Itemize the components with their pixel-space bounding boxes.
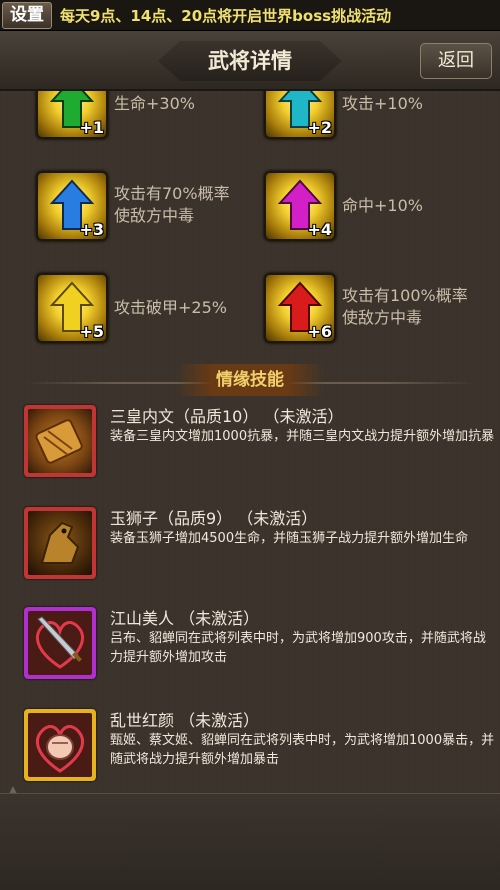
green-arrow-up-icon: +1 [36,91,108,139]
star-level-label: +2 [307,118,332,137]
announcement-text: 每天9点、14点、20点将开启世界boss挑战活动 [60,7,392,25]
skill-icon-frame [24,709,96,781]
skill-name: 三皇内文（品质10） （未激活） [110,407,344,426]
cyan-arrow-up-icon: +2 [264,91,336,139]
star-effect-text: 命中+10% [342,196,423,215]
settings-button[interactable]: 设置 [2,2,52,29]
star-level-label: +3 [79,220,104,239]
star-level-label: +6 [307,322,332,341]
star-level-label: +4 [307,220,332,239]
star-effect-text: 攻击破甲+25% [114,298,227,317]
yellow-arrow-up-icon: +5 [36,273,108,343]
back-button[interactable]: 返回 [420,43,492,79]
sword-heart-icon [28,611,92,675]
skill-name: 江山美人 （未激活） [110,609,260,628]
horse-icon [28,511,92,575]
star-effect-text: 攻击+10% [342,94,423,113]
announcement-bar: 设置 每天9点、14点、20点将开启世界boss挑战活动 [0,0,500,31]
skill-description: 装备三皇内文增加1000抗暴，并随三皇内文战力提升额外增加抗暴 [110,429,495,444]
general-detail-panel[interactable]: +1 生命+30% +2 攻击+10% +3 攻击有70%概率使敌方中毒 +4 … [0,91,500,791]
scroll-icon [28,409,92,473]
red-arrow-up-icon: +6 [264,273,336,343]
star-level-label: +5 [79,322,104,341]
bottom-bar [0,793,500,890]
skill-description: 甄姬、蔡文姬、貂蝉同在武将列表中时，为武将增加1000暴击，并随武将战力提升额外… [110,733,495,767]
star-effect-text: 攻击有70%概率使敌方中毒 [114,184,230,225]
magenta-arrow-up-icon: +4 [264,171,336,241]
fist-heart-icon [28,713,92,777]
star-level-label: +1 [79,118,104,137]
star-effect-text: 攻击有100%概率使敌方中毒 [342,286,468,327]
skill-name: 乱世红颜 （未激活） [110,711,260,730]
skill-icon-frame [24,507,96,579]
skill-description: 吕布、貂蝉同在武将列表中时，为武将增加900攻击，并随武将战力提升额外增加攻击 [110,631,486,665]
skill-name: 玉狮子（品质9） （未激活） [110,509,318,528]
skill-description: 装备玉狮子增加4500生命，并随玉狮子战力提升额外增加生命 [110,531,469,546]
skill-icon-frame [24,405,96,477]
blue-arrow-up-icon: +3 [36,171,108,241]
skill-icon-frame [24,607,96,679]
section-title: 情缘技能 [216,370,284,390]
star-effect-text: 生命+30% [114,94,195,113]
page-header: 武将详情 返回 [0,31,500,91]
page-title: 武将详情 [208,49,292,73]
